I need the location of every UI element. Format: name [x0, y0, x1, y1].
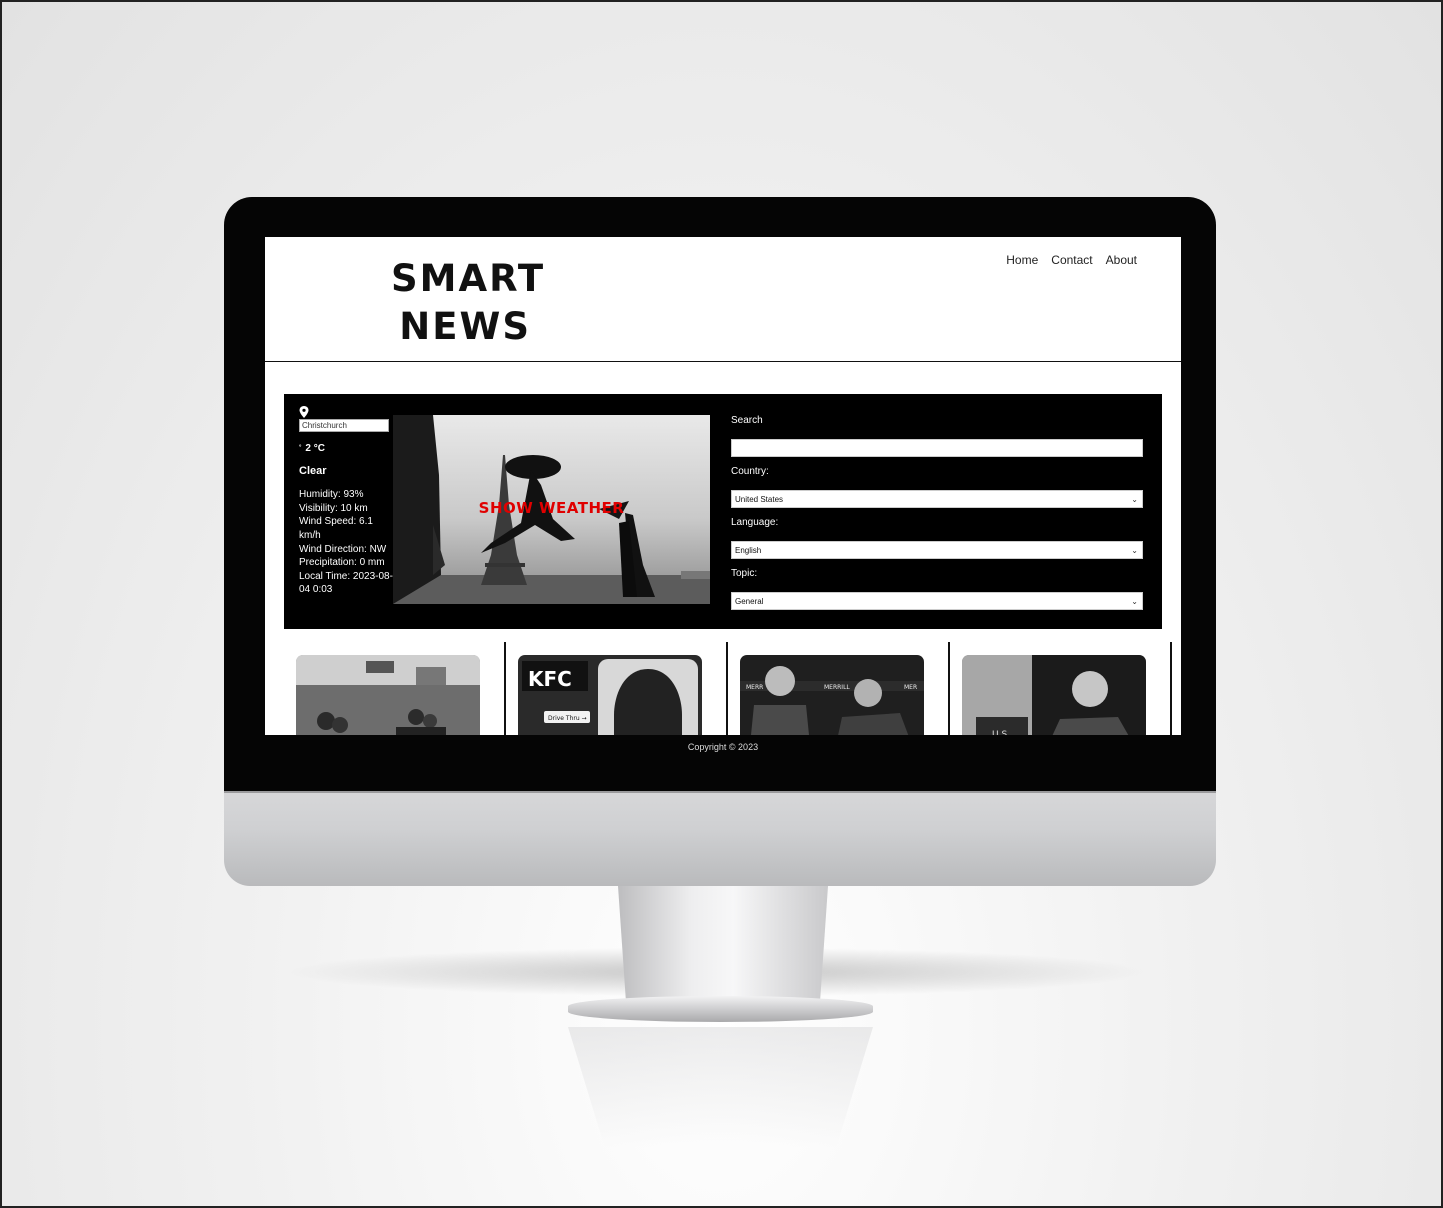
nav-about[interactable]: About: [1106, 253, 1137, 267]
monitor-stand-foot: [568, 996, 873, 1022]
news-card-image-flood[interactable]: [296, 655, 480, 745]
language-label: Language:: [731, 517, 779, 528]
svg-text:Drive Thru →: Drive Thru →: [548, 715, 587, 722]
monitor-stand-neck: [618, 886, 828, 1008]
weather-condition: Clear: [299, 464, 327, 477]
wind-direction: Wind Direction: NW: [299, 543, 387, 555]
country-label: Country:: [731, 466, 769, 477]
precipitation: Precipitation: 0 mm: [299, 557, 385, 569]
logo-line-1: SMART: [391, 257, 546, 300]
news-cards: KFC Drive Thru → MERR MERRILL MER: [284, 642, 1172, 745]
visibility: Visibility: 10 km: [299, 502, 368, 514]
site-header: SMART NEWS Home Contact About: [265, 237, 1181, 362]
svg-text:MERR: MERR: [746, 684, 763, 691]
location-input[interactable]: [299, 419, 389, 432]
humidity: Humidity: 93%: [299, 489, 364, 501]
site-logo[interactable]: SMART NEWS: [391, 255, 546, 351]
news-card-4[interactable]: U.S.: [950, 642, 1172, 745]
chevron-down-icon: ⌄: [1131, 495, 1138, 504]
news-card-2[interactable]: KFC Drive Thru →: [506, 642, 728, 745]
screen: SMART NEWS Home Contact About °2 °C Clea…: [265, 237, 1181, 760]
country-select[interactable]: United States ⌄: [731, 490, 1143, 508]
weather-condition-icon: °: [299, 445, 302, 451]
monitor-chin: [224, 791, 1216, 886]
weather-search-panel: °2 °C Clear Humidity: 93% Visibility: 10…: [284, 394, 1162, 629]
svg-text:MER: MER: [904, 684, 917, 691]
site-footer: Copyright © 2023: [265, 735, 1181, 760]
logo-line-2: NEWS: [399, 305, 531, 348]
local-time: Local Time: 2023-08-04 0:03: [299, 570, 393, 596]
search-input[interactable]: [731, 439, 1143, 457]
search-label: Search: [731, 415, 763, 426]
main-nav: Home Contact About: [1006, 253, 1137, 267]
weather-hero-image: SHOW WEATHER: [393, 415, 710, 604]
weather-details: Humidity: 93% Visibility: 10 km Wind Spe…: [299, 488, 394, 597]
language-select[interactable]: English ⌄: [731, 541, 1143, 559]
language-selected: English: [735, 546, 762, 555]
chevron-down-icon: ⌄: [1131, 546, 1138, 555]
news-card-1[interactable]: [284, 642, 506, 745]
country-selected: United States: [735, 495, 784, 504]
svg-text:KFC: KFC: [528, 667, 572, 691]
copyright-text: Copyright © 2023: [687, 742, 759, 752]
nav-contact[interactable]: Contact: [1051, 253, 1092, 267]
temperature-row: ° 2 °C: [299, 442, 394, 456]
news-filter-form: Search Country: United States ⌄ Language…: [731, 414, 1143, 610]
topic-selected: General: [735, 597, 764, 606]
svg-text:MERRILL: MERRILL: [824, 684, 850, 691]
stand-reflection: [568, 1027, 873, 1147]
wind-speed: Wind Speed: 6.1 km/h: [299, 516, 373, 541]
nav-home[interactable]: Home: [1006, 253, 1038, 267]
news-card-image-politics[interactable]: U.S.: [962, 655, 1146, 745]
topic-label: Topic:: [731, 568, 758, 579]
weather-widget: °2 °C Clear Humidity: 93% Visibility: 10…: [299, 406, 394, 597]
temperature-value: 2 °C: [305, 443, 325, 454]
news-card-image-fastfood[interactable]: KFC Drive Thru →: [518, 655, 702, 745]
chevron-down-icon: ⌄: [1131, 597, 1138, 606]
show-weather-button[interactable]: SHOW WEATHER: [393, 499, 710, 517]
topic-select[interactable]: General ⌄: [731, 592, 1143, 610]
location-pin-icon: [299, 406, 309, 418]
news-card-3[interactable]: MERR MERRILL MER: [728, 642, 950, 745]
news-card-image-baseball[interactable]: MERR MERRILL MER: [740, 655, 924, 745]
